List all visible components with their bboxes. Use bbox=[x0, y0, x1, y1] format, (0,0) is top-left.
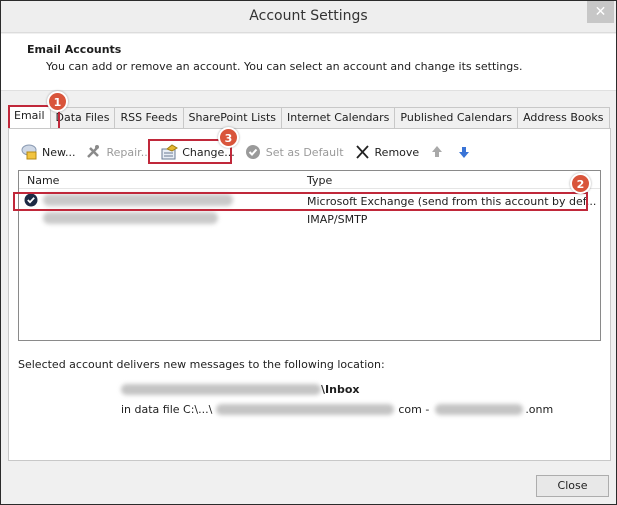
move-down-button[interactable] bbox=[456, 144, 473, 160]
delivery-label: Selected account delivers new messages t… bbox=[18, 358, 385, 371]
data-file-redacted-2 bbox=[435, 404, 524, 415]
account-name-redacted bbox=[43, 212, 218, 224]
remove-label: Remove bbox=[374, 145, 420, 159]
tab-internet-calendars[interactable]: Internet Calendars bbox=[281, 107, 396, 128]
repair-label: Repair... bbox=[106, 145, 152, 159]
x-icon bbox=[354, 144, 371, 160]
window-title: Account Settings bbox=[249, 8, 368, 24]
list-header: Name Type bbox=[19, 171, 600, 189]
set-as-default-label: Set as Default bbox=[265, 145, 344, 159]
new-account-icon bbox=[21, 144, 38, 160]
delivery-folder: \Inbox bbox=[121, 383, 359, 396]
account-settings-dialog: Account Settings ✕ Email Accounts You ca… bbox=[0, 0, 617, 505]
section-description: You can add or remove an account. You ca… bbox=[46, 60, 523, 73]
remove-button[interactable]: Remove bbox=[354, 144, 420, 160]
repair-button[interactable]: Repair... bbox=[85, 144, 151, 160]
account-type: IMAP/SMTP bbox=[307, 213, 368, 226]
tab-sharepoint-lists[interactable]: SharePoint Lists bbox=[182, 107, 283, 128]
data-file-mid: com - bbox=[398, 403, 430, 416]
tab-published-calendars[interactable]: Published Calendars bbox=[394, 107, 519, 128]
step-badge-1: 1 bbox=[47, 91, 68, 112]
column-header-type[interactable]: Type bbox=[307, 174, 332, 187]
accounts-toolbar: New... Repair... Change... Set as Defaul… bbox=[21, 138, 483, 166]
header-area: Email Accounts You can add or remove an … bbox=[1, 34, 616, 91]
data-file-suffix: .onm bbox=[525, 403, 554, 416]
close-window-button[interactable]: ✕ bbox=[587, 1, 614, 23]
selected-account-highlight bbox=[13, 192, 588, 211]
title-bar: Account Settings ✕ bbox=[1, 1, 616, 33]
mailbox-redacted bbox=[121, 384, 321, 395]
new-button[interactable]: New... bbox=[21, 144, 75, 160]
move-up-button[interactable] bbox=[429, 144, 446, 160]
close-button[interactable]: Close bbox=[536, 475, 609, 497]
step-badge-2: 2 bbox=[570, 173, 591, 194]
data-file-prefix: in data file C:\...\ bbox=[121, 403, 213, 416]
arrow-up-icon bbox=[429, 144, 446, 160]
delivery-data-file: in data file C:\...\ com - .onm bbox=[121, 403, 553, 416]
new-label: New... bbox=[42, 145, 76, 159]
step-badge-3: 3 bbox=[218, 127, 239, 148]
inbox-folder: \Inbox bbox=[321, 383, 360, 396]
section-title: Email Accounts bbox=[27, 43, 122, 56]
repair-tools-icon bbox=[85, 144, 102, 160]
tab-rss-feeds[interactable]: RSS Feeds bbox=[114, 107, 184, 128]
column-header-name[interactable]: Name bbox=[27, 174, 59, 187]
tab-strip: Email Data Files RSS Feeds SharePoint Li… bbox=[8, 105, 610, 129]
tab-address-books[interactable]: Address Books bbox=[517, 107, 610, 128]
set-as-default-button[interactable]: Set as Default bbox=[245, 144, 344, 160]
account-row[interactable]: IMAP/SMTP bbox=[19, 211, 600, 228]
checkmark-circle-icon bbox=[245, 144, 262, 160]
data-file-redacted bbox=[216, 404, 395, 415]
arrow-down-icon bbox=[456, 144, 473, 160]
